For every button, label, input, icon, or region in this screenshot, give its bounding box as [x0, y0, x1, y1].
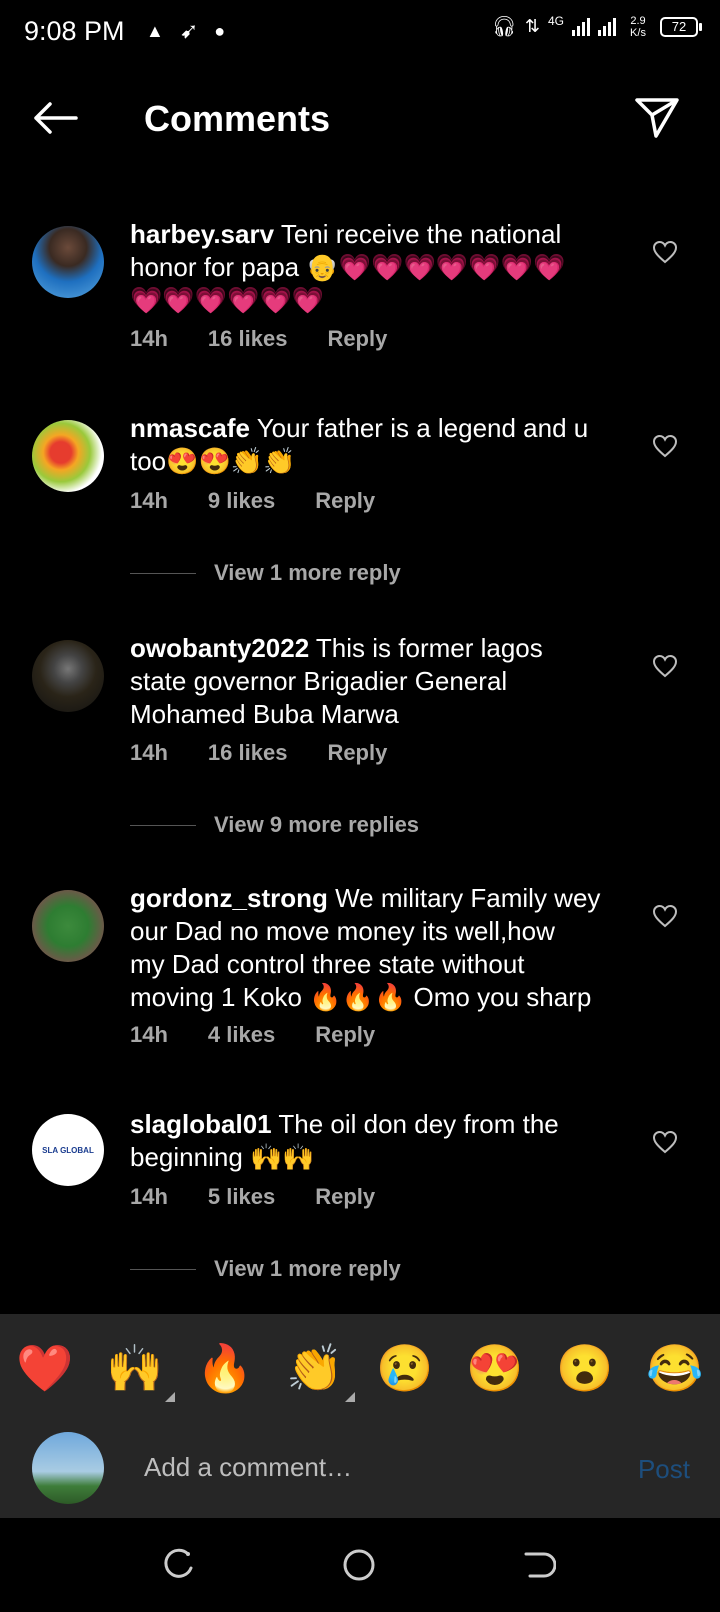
divider — [130, 824, 196, 826]
comment-meta: 14h 9 likes Reply — [130, 488, 375, 514]
comment-likes[interactable]: 9 likes — [208, 488, 275, 514]
like-heart-icon[interactable] — [652, 654, 678, 678]
like-heart-icon[interactable] — [652, 1130, 678, 1154]
app-notification-icon: ▲ — [146, 20, 164, 41]
like-heart-icon[interactable] — [652, 240, 678, 264]
reaction-heart[interactable]: ❤️ — [15, 1341, 75, 1396]
comment-username[interactable]: slaglobal01 — [130, 1109, 272, 1139]
dot-icon: ● — [214, 20, 226, 41]
skin-tone-indicator-icon — [345, 1391, 355, 1402]
avatar[interactable]: SLA GLOBAL — [32, 1114, 104, 1186]
comment-likes[interactable]: 5 likes — [208, 1184, 275, 1210]
avatar[interactable] — [32, 640, 104, 712]
battery-icon: 72 — [660, 16, 702, 37]
post-button[interactable]: Post — [638, 1454, 690, 1485]
comment-username[interactable]: gordonz_strong — [130, 883, 328, 913]
avatar[interactable] — [32, 226, 104, 298]
top-bar: Comments — [0, 90, 720, 150]
comment-username[interactable]: owobanty2022 — [130, 633, 309, 663]
skin-tone-indicator-icon — [165, 1391, 175, 1402]
status-bar: 9:08 PM ▲ ➹ ● 🎧︎ ⇅ 4G 2.9 K/s 72 — [0, 0, 720, 66]
status-right: 🎧︎ ⇅ 4G 2.9 K/s 72 — [491, 14, 702, 39]
like-heart-icon[interactable] — [652, 434, 678, 458]
reply-button[interactable]: Reply — [315, 1022, 375, 1048]
comment-time: 14h — [130, 1022, 168, 1047]
view-more-replies[interactable]: View 9 more replies — [130, 812, 419, 838]
comment-meta: 14h 16 likes Reply — [130, 740, 387, 766]
signal-2-icon — [598, 17, 616, 36]
comment-text: nmascafe Your father is a legend and u t… — [130, 413, 589, 476]
view-more-replies[interactable]: View 1 more reply — [130, 560, 401, 586]
my-avatar — [32, 1432, 104, 1504]
reaction-heart-eyes[interactable]: 😍 — [465, 1341, 525, 1396]
reply-button[interactable]: Reply — [315, 488, 375, 514]
system-nav-bar — [0, 1518, 720, 1612]
home-icon[interactable] — [342, 1548, 376, 1582]
reaction-laughing[interactable]: 😂 — [645, 1341, 705, 1396]
comment-time: 14h — [130, 488, 168, 513]
reply-button[interactable]: Reply — [327, 326, 387, 352]
reply-button[interactable]: Reply — [327, 740, 387, 766]
comment-likes[interactable]: 4 likes — [208, 1022, 275, 1048]
reply-button[interactable]: Reply — [315, 1184, 375, 1210]
comment-text: harbey.sarv Teni receive the national ho… — [130, 219, 566, 315]
comment-time: 14h — [130, 1184, 168, 1209]
comment-likes[interactable]: 16 likes — [208, 740, 288, 766]
comment-username[interactable]: harbey.sarv — [130, 219, 274, 249]
data-arrows-icon: ⇅ — [524, 16, 540, 36]
divider — [130, 572, 196, 574]
divider — [130, 1268, 196, 1270]
bird-app-icon: ➹ — [179, 18, 199, 43]
signal-icon — [572, 17, 590, 36]
avatar[interactable] — [32, 420, 104, 492]
network-type: 4G — [547, 14, 564, 28]
reaction-surprised[interactable]: 😮 — [555, 1341, 615, 1396]
net-speed: 2.9 K/s — [630, 14, 646, 39]
comment-text: owobanty2022 This is former lagos state … — [130, 633, 543, 729]
status-time: 9:08 PM — [24, 16, 125, 46]
comment-meta: 14h 5 likes Reply — [130, 1184, 375, 1210]
comment-username[interactable]: nmascafe — [130, 413, 250, 443]
recents-icon[interactable] — [162, 1548, 196, 1582]
comment-composer: Add a comment… Post — [0, 1422, 720, 1518]
quick-reactions-bar: ❤️ 🙌 🔥 👏 😢 😍 😮 😂 — [0, 1314, 720, 1422]
comment-time: 14h — [130, 740, 168, 765]
comment-text: gordonz_strong We military Family wey ou… — [130, 883, 601, 1012]
view-more-replies[interactable]: View 1 more reply — [130, 1256, 401, 1282]
back-arrow-icon[interactable] — [30, 98, 80, 138]
send-icon[interactable] — [634, 96, 680, 140]
reaction-clap[interactable]: 👏 — [285, 1341, 355, 1402]
comment-meta: 14h 16 likes Reply — [130, 326, 387, 352]
comment-meta: 14h 4 likes Reply — [130, 1022, 375, 1048]
page-title: Comments — [144, 98, 331, 139]
reaction-fire[interactable]: 🔥 — [195, 1341, 255, 1396]
headset-icon: 🎧︎ — [491, 16, 517, 38]
reaction-crying[interactable]: 😢 — [375, 1341, 435, 1396]
comment-text: slaglobal01 The oil don dey from the beg… — [130, 1109, 559, 1172]
reaction-raised-hands[interactable]: 🙌 — [105, 1341, 175, 1402]
back-nav-icon[interactable] — [522, 1548, 556, 1582]
comment-likes[interactable]: 16 likes — [208, 326, 288, 352]
like-heart-icon[interactable] — [652, 904, 678, 928]
comment-input[interactable]: Add a comment… — [144, 1452, 352, 1483]
avatar-logo-text: SLA GLOBAL — [42, 1145, 94, 1155]
notification-icons: ▲ ➹ ● — [146, 18, 225, 44]
avatar[interactable] — [32, 890, 104, 962]
comment-time: 14h — [130, 326, 168, 351]
